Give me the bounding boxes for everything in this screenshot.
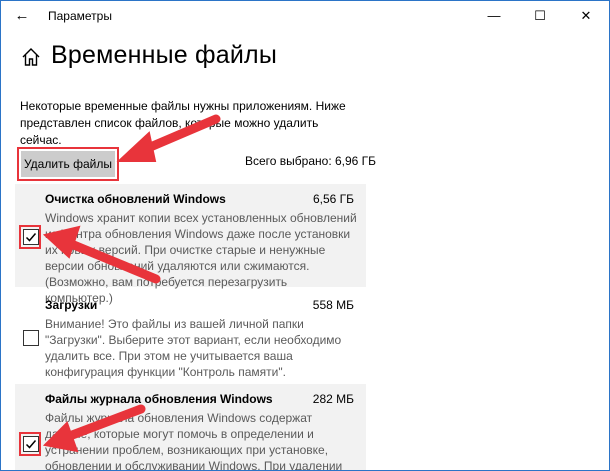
window-title: Параметры bbox=[48, 9, 112, 23]
settings-window: ← Параметры — ☐ ✕ Временные файлы Некото… bbox=[0, 0, 610, 471]
delete-button-highlight bbox=[17, 147, 119, 181]
back-arrow-icon[interactable]: ← bbox=[11, 5, 33, 27]
item-description: Файлы журнала обновления Windows содержа… bbox=[45, 411, 343, 471]
maximize-button[interactable]: ☐ bbox=[517, 1, 563, 31]
home-icon[interactable] bbox=[21, 47, 41, 67]
title-bar: ← Параметры — ☐ ✕ bbox=[1, 1, 609, 31]
item-size: 282 МБ bbox=[312, 392, 354, 406]
list-item-downloads[interactable]: Загрузки 558 МБ Внимание! Это файлы из в… bbox=[15, 290, 366, 379]
item-size: 558 МБ bbox=[312, 298, 354, 312]
minimize-button[interactable]: — bbox=[471, 1, 517, 31]
page-title: Временные файлы bbox=[51, 41, 277, 69]
total-selected: Всего выбрано: 6,96 ГБ bbox=[245, 154, 377, 168]
item-checkbox-unchecked[interactable] bbox=[23, 330, 39, 346]
item-title: Файлы журнала обновления Windows bbox=[45, 392, 273, 406]
list-item-windows-update-logs[interactable]: Файлы журнала обновления Windows 282 МБ … bbox=[15, 384, 366, 471]
checkbox-highlight bbox=[19, 432, 41, 456]
item-size: 6,56 ГБ bbox=[312, 192, 354, 206]
item-title: Загрузки bbox=[45, 298, 98, 312]
checkbox-highlight bbox=[19, 225, 41, 249]
list-item-windows-update-cleanup[interactable]: Очистка обновлений Windows 6,56 ГБ Windo… bbox=[15, 184, 366, 305]
close-button[interactable]: ✕ bbox=[563, 1, 609, 31]
item-description: Внимание! Это файлы из вашей личной папк… bbox=[45, 317, 342, 379]
item-title: Очистка обновлений Windows bbox=[45, 192, 226, 206]
page-description: Некоторые временные файлы нужны приложен… bbox=[20, 99, 346, 147]
